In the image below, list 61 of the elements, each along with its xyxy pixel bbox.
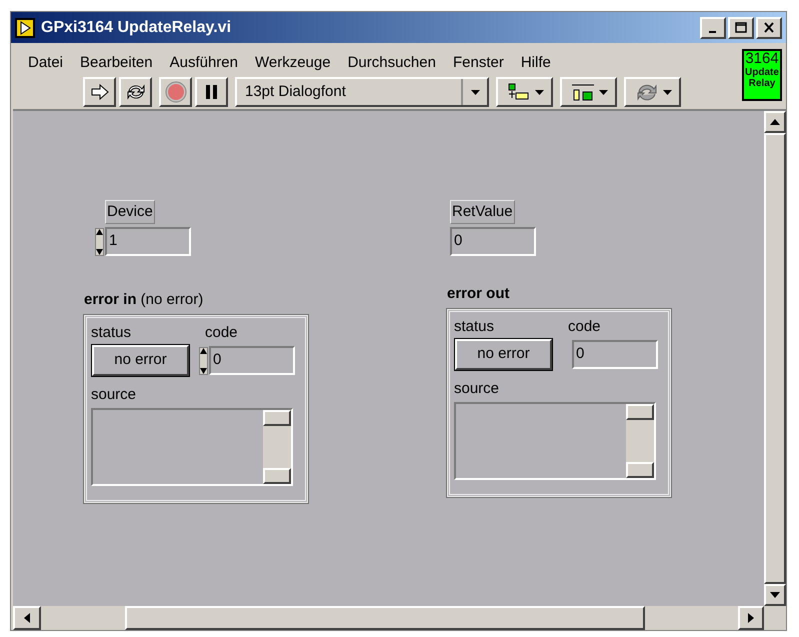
vertical-scrollbar[interactable] — [764, 111, 786, 606]
menu-item[interactable]: Durchsuchen — [348, 52, 436, 75]
left-arrow-icon — [24, 613, 30, 623]
code-field[interactable]: 0 — [209, 346, 295, 375]
status-button[interactable]: no error — [92, 345, 189, 376]
down-arrow-icon — [770, 592, 780, 598]
cluster-label: error out — [447, 284, 511, 304]
menu-item[interactable]: Fenster — [452, 52, 504, 75]
font-dropdown[interactable]: 13pt Dialogfont — [235, 77, 489, 107]
code-label: code — [568, 317, 602, 337]
control-label: RetValue — [450, 200, 515, 224]
menu-item[interactable]: Hilfe — [520, 52, 551, 75]
minimize-icon — [708, 31, 716, 33]
increment-decrement-arrows[interactable] — [199, 346, 208, 374]
menu-item[interactable]: Werkzeuge — [254, 52, 331, 75]
circular-arrows-icon — [126, 83, 146, 101]
status-label: status — [454, 317, 496, 337]
menu-item[interactable]: Bearbeiten — [80, 52, 153, 75]
code-label: code — [205, 323, 239, 343]
caret-icon — [470, 90, 480, 94]
caret-icon — [598, 90, 608, 94]
maximize-icon — [735, 22, 747, 33]
distribute-objects-dropdown[interactable] — [560, 77, 617, 107]
menu-item[interactable]: Ausführen — [170, 52, 238, 75]
vertical-scrollbar[interactable] — [263, 410, 291, 484]
up-arrow-icon — [770, 119, 780, 125]
control-label: Device — [105, 200, 155, 224]
status-label: status — [91, 323, 132, 343]
close-icon — [763, 22, 775, 33]
numeric-field[interactable]: 0 — [450, 227, 536, 256]
caret-icon — [534, 90, 544, 94]
cluster-label: error in (no error) — [84, 290, 204, 310]
caret-icon — [662, 90, 672, 94]
right-arrow-icon — [90, 84, 108, 100]
align-objects-dropdown[interactable] — [496, 77, 553, 107]
align-icon — [506, 82, 532, 102]
vi-icon: 3164 Update Relay — [742, 49, 782, 101]
run-continuously-button[interactable] — [119, 77, 152, 107]
run-button[interactable] — [83, 77, 116, 107]
pause-icon — [204, 84, 218, 100]
source-label: source — [91, 385, 138, 405]
reorder-dropdown[interactable] — [624, 77, 681, 107]
code-field[interactable]: 0 — [572, 340, 658, 369]
horizontal-scrollbar[interactable] — [13, 606, 764, 630]
minimize-button[interactable] — [700, 16, 726, 38]
pause-button[interactable] — [195, 77, 228, 107]
status-button[interactable]: no error — [455, 339, 552, 370]
right-arrow-icon — [748, 613, 754, 623]
close-button[interactable] — [756, 16, 782, 38]
source-field[interactable] — [454, 402, 656, 480]
distribute-icon — [570, 82, 596, 102]
abort-button[interactable] — [159, 77, 192, 107]
maximize-button[interactable] — [728, 16, 754, 38]
numeric-field[interactable]: 1 — [105, 227, 191, 256]
stop-icon — [164, 81, 186, 103]
menu-item[interactable]: Datei — [28, 52, 64, 75]
vertical-scrollbar[interactable] — [626, 404, 654, 478]
source-field[interactable] — [91, 408, 293, 486]
source-label: source — [454, 379, 500, 399]
window-title: GPxi3164 UpdateRelay.vi — [41, 18, 232, 38]
increment-decrement-arrows[interactable] — [95, 228, 104, 256]
